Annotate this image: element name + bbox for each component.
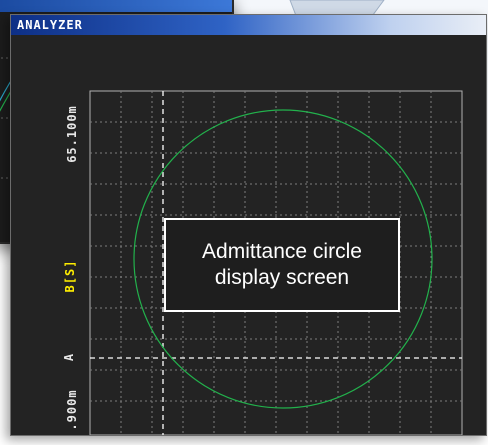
y-axis-min-label: .900m	[65, 389, 79, 431]
y-axis-max-label: 65.100m	[65, 105, 79, 163]
y-axis-marker-label: A	[62, 352, 76, 362]
caption-line-2: display screen	[214, 266, 350, 289]
y-axis-name-label: B[S]	[63, 259, 77, 293]
caption-line-1: Admittance circle	[202, 239, 362, 263]
analyzer-window: ANALYZER 65.100m B[S] A .900m Admittance…	[10, 14, 487, 436]
caption-box: Admittance circle display screen	[164, 218, 400, 312]
